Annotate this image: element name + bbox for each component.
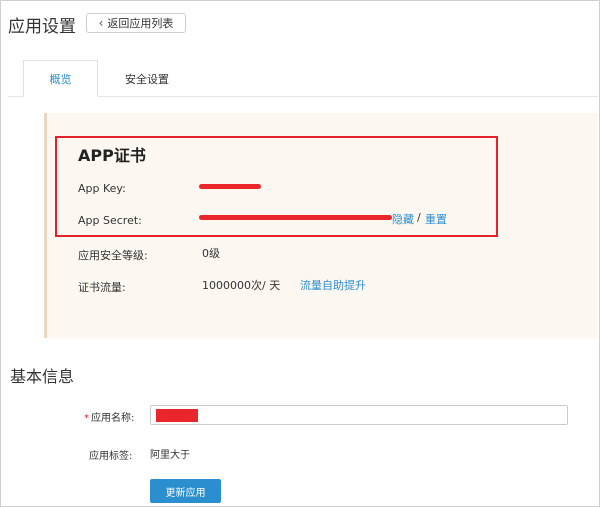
app-name-label: * 应用名称:	[84, 409, 134, 424]
security-level-label: 应用安全等级:	[78, 249, 148, 262]
traffic-upgrade-link[interactable]: 流量自助提升	[300, 277, 366, 293]
back-to-app-list-button[interactable]: ‹ 返回应用列表	[86, 13, 186, 33]
update-app-button-label: 更新应用	[165, 487, 206, 499]
app-key-redacted	[199, 184, 261, 189]
app-secret-label: App Secret:	[78, 214, 142, 227]
tab-overview[interactable]: 概览	[23, 60, 98, 97]
app-key-label: App Key:	[78, 182, 126, 195]
app-tag-value: 阿里大于	[150, 450, 190, 461]
traffic-label: 证书流量:	[78, 281, 126, 294]
update-app-button[interactable]: 更新应用	[150, 479, 221, 503]
back-button-label: 返回应用列表	[107, 17, 174, 30]
certificate-title: APP证书	[78, 146, 146, 165]
link-separator: /	[417, 211, 421, 224]
basic-info-title: 基本信息	[10, 367, 75, 386]
app-secret-redacted	[199, 215, 392, 220]
chevron-left-icon: ‹	[98, 16, 104, 30]
tab-security-settings[interactable]: 安全设置	[112, 60, 182, 97]
traffic-value: 1000000次/ 天	[202, 279, 281, 292]
app-tag-label: 应用标签:	[89, 451, 133, 462]
required-mark: *	[84, 413, 89, 424]
tab-security-label: 安全设置	[125, 72, 169, 86]
app-name-redacted	[156, 409, 198, 422]
page-title: 应用设置	[8, 17, 76, 37]
app-name-input[interactable]	[150, 405, 568, 425]
security-level-value: 0级	[202, 247, 220, 260]
tab-overview-label: 概览	[49, 72, 72, 86]
app-name-label-text: 应用名称:	[91, 413, 135, 424]
hide-link[interactable]: 隐藏	[392, 211, 414, 227]
reset-link[interactable]: 重置	[425, 211, 447, 227]
